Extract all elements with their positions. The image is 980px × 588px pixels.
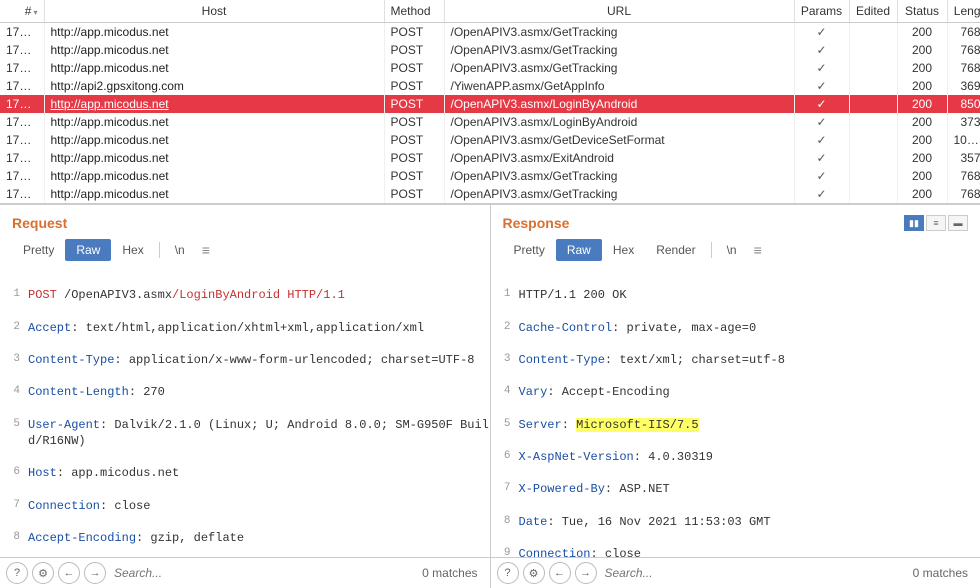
tab-pretty[interactable]: Pretty bbox=[12, 239, 65, 261]
table-row[interactable]: 17234http://app.micodus.netPOST/OpenAPIV… bbox=[0, 59, 980, 77]
layout-single-icon[interactable]: ▬ bbox=[948, 215, 968, 231]
tab-render[interactable]: Render bbox=[645, 239, 706, 261]
tab-raw[interactable]: Raw bbox=[556, 239, 602, 261]
table-row[interactable]: 17229http://app.micodus.netPOST/OpenAPIV… bbox=[0, 149, 980, 167]
layout-rows-icon[interactable]: ≡ bbox=[926, 215, 946, 231]
match-count: 0 matches bbox=[913, 566, 974, 580]
table-header-row: #▾ Host Method URL Params Edited Status … bbox=[0, 0, 980, 23]
table-row[interactable]: 17227http://app.micodus.netPOST/OpenAPIV… bbox=[0, 185, 980, 203]
gear-icon[interactable]: ⚙ bbox=[32, 562, 54, 584]
response-tabs: Pretty Raw Hex Render \n ≡ bbox=[491, 239, 980, 267]
request-search-bar: ? ⚙ ← → 0 matches bbox=[0, 557, 490, 588]
tab-hex[interactable]: Hex bbox=[111, 239, 154, 261]
col-header-length[interactable]: Leng bbox=[947, 0, 980, 23]
table-row[interactable]: 17233http://api2.gpsxitong.comPOST/Yiwen… bbox=[0, 77, 980, 95]
tab-newline[interactable]: \n bbox=[164, 239, 196, 261]
table-row[interactable]: 17230http://app.micodus.netPOST/OpenAPIV… bbox=[0, 131, 980, 149]
request-title: Request bbox=[12, 215, 67, 231]
match-count: 0 matches bbox=[422, 566, 483, 580]
help-icon[interactable]: ? bbox=[497, 562, 519, 584]
prev-match-icon[interactable]: ← bbox=[549, 562, 571, 584]
col-header-status[interactable]: Status bbox=[897, 0, 947, 23]
tab-menu-icon[interactable]: ≡ bbox=[754, 242, 762, 258]
sort-indicator: ▾ bbox=[33, 8, 37, 17]
col-header-id[interactable]: #▾ bbox=[0, 0, 44, 23]
col-header-host[interactable]: Host bbox=[44, 0, 384, 23]
tab-raw[interactable]: Raw bbox=[65, 239, 111, 261]
requests-table[interactable]: #▾ Host Method URL Params Edited Status … bbox=[0, 0, 980, 204]
search-input[interactable] bbox=[601, 564, 909, 582]
highlighted-server: Microsoft-IIS/7.5 bbox=[576, 418, 698, 432]
next-match-icon[interactable]: → bbox=[84, 562, 106, 584]
response-panel: Response ▮▮ ≡ ▬ Pretty Raw Hex Render \n… bbox=[491, 205, 980, 588]
table-row[interactable]: 17231http://app.micodus.netPOST/OpenAPIV… bbox=[0, 113, 980, 131]
response-search-bar: ? ⚙ ← → 0 matches bbox=[491, 557, 980, 588]
layout-columns-icon[interactable]: ▮▮ bbox=[904, 215, 924, 231]
request-body[interactable]: 1POST /OpenAPIV3.asmx/LoginByAndroid HTT… bbox=[0, 267, 490, 557]
help-icon[interactable]: ? bbox=[6, 562, 28, 584]
tab-newline[interactable]: \n bbox=[716, 239, 748, 261]
table-row[interactable]: 17235http://app.micodus.netPOST/OpenAPIV… bbox=[0, 41, 980, 59]
response-body[interactable]: 1HTTP/1.1 200 OK 2Cache-Control: private… bbox=[491, 267, 980, 557]
table-row[interactable]: 17232http://app.micodus.netPOST/OpenAPIV… bbox=[0, 95, 980, 113]
table-row[interactable]: 17236http://app.micodus.netPOST/OpenAPIV… bbox=[0, 23, 980, 42]
response-title: Response bbox=[503, 215, 570, 231]
col-header-params[interactable]: Params bbox=[794, 0, 849, 23]
col-header-edited[interactable]: Edited bbox=[849, 0, 897, 23]
tab-separator bbox=[159, 242, 160, 258]
gear-icon[interactable]: ⚙ bbox=[523, 562, 545, 584]
table-row[interactable]: 17228http://app.micodus.netPOST/OpenAPIV… bbox=[0, 167, 980, 185]
tab-separator bbox=[711, 242, 712, 258]
col-header-method[interactable]: Method bbox=[384, 0, 444, 23]
tab-pretty[interactable]: Pretty bbox=[503, 239, 556, 261]
search-input[interactable] bbox=[110, 564, 418, 582]
tab-hex[interactable]: Hex bbox=[602, 239, 645, 261]
col-header-url[interactable]: URL bbox=[444, 0, 794, 23]
request-tabs: Pretty Raw Hex \n ≡ bbox=[0, 239, 490, 267]
next-match-icon[interactable]: → bbox=[575, 562, 597, 584]
request-panel: Request Pretty Raw Hex \n ≡ 1POST /OpenA… bbox=[0, 205, 491, 588]
prev-match-icon[interactable]: ← bbox=[58, 562, 80, 584]
tab-menu-icon[interactable]: ≡ bbox=[202, 242, 210, 258]
